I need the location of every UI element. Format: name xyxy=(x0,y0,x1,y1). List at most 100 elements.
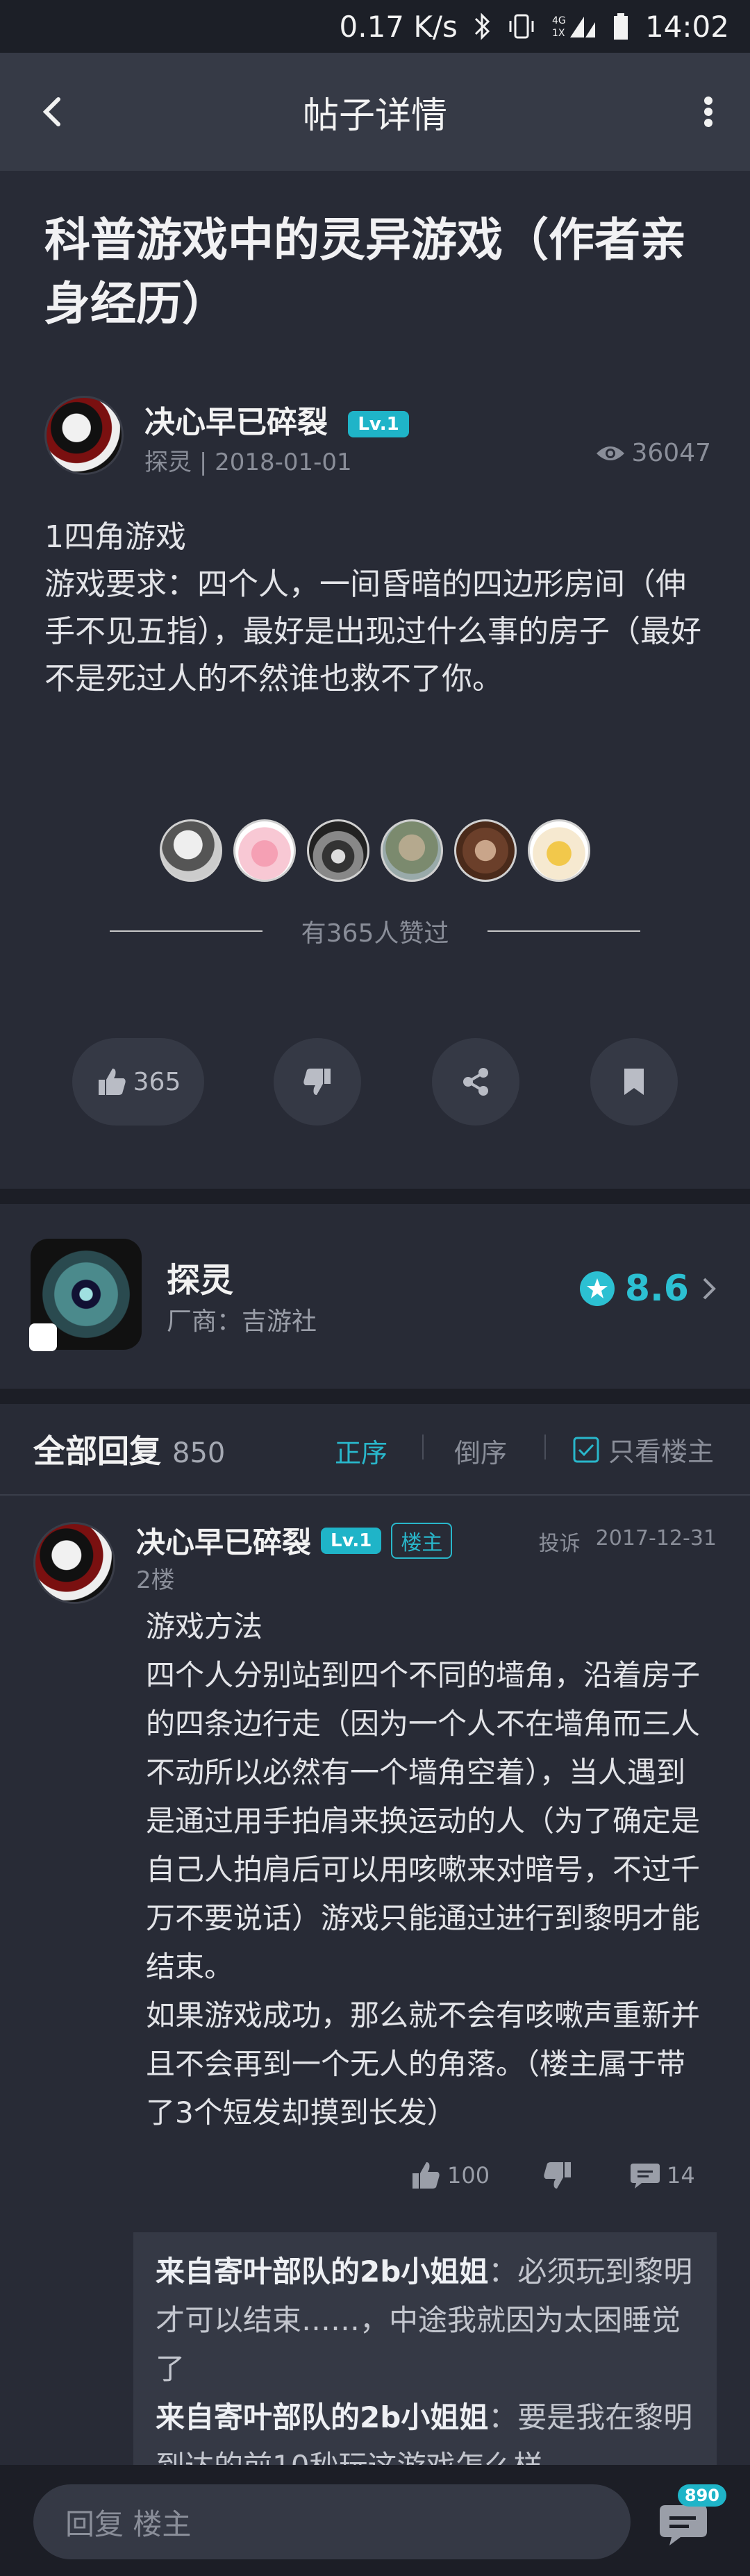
post-body-line: 1四角游戏 xyxy=(44,519,186,555)
vibrate-icon xyxy=(506,12,537,40)
share-button[interactable] xyxy=(432,1038,519,1126)
author-name-text: 决心早已碎裂 xyxy=(144,405,328,440)
meta-separator: | xyxy=(199,449,215,476)
thumbs-up-icon xyxy=(412,2162,440,2189)
thumbs-up-icon xyxy=(98,1069,126,1095)
comments-button[interactable]: 890 xyxy=(656,2484,726,2554)
reply-author[interactable]: 决心早已碎裂 Lv.1 楼主 xyxy=(136,1519,453,1562)
replies-title-text: 全部回复 xyxy=(33,1432,161,1470)
view-count: 36047 xyxy=(595,439,711,467)
section-divider xyxy=(0,1389,750,1404)
sort-descending-tab[interactable]: 倒序 xyxy=(454,1432,507,1470)
reply-comment-button[interactable]: 14 xyxy=(629,2159,695,2191)
replies-count: 850 xyxy=(172,1437,226,1469)
sub-reply-author[interactable]: 来自寄叶部队的2b小姐姐 xyxy=(156,2400,488,2434)
author-avatar[interactable] xyxy=(44,396,124,475)
op-badge: 楼主 xyxy=(391,1522,453,1559)
game-icon xyxy=(29,1239,142,1351)
clock: 14:02 xyxy=(644,9,729,44)
platform-badge-icon xyxy=(29,1323,57,1351)
view-count-text: 36047 xyxy=(631,439,711,467)
game-rating: 8.6 xyxy=(579,1268,719,1310)
reply-input[interactable]: 回复 楼主 xyxy=(33,2484,631,2559)
like-count: 365 xyxy=(133,1067,181,1096)
rating-score: 8.6 xyxy=(624,1268,689,1310)
page-title: 帖子详情 xyxy=(302,94,447,137)
post-actions: 365 xyxy=(0,1038,750,1128)
sub-reply: 来自寄叶部队的2b小姐姐：必须玩到黎明才可以结束……，中途我就因为太困睡觉了 xyxy=(156,2248,694,2393)
battery-icon xyxy=(612,12,630,41)
sort-separator xyxy=(544,1435,546,1460)
liker-avatar[interactable] xyxy=(307,819,369,882)
reply-dislike-button[interactable] xyxy=(542,2159,574,2191)
liker-avatar[interactable] xyxy=(233,819,296,882)
section-divider xyxy=(0,1189,750,1204)
signal-icon: 4G 1X xyxy=(552,12,597,40)
comment-icon xyxy=(631,2164,660,2189)
reply-floor: 2楼 xyxy=(136,1566,175,1594)
dislike-button[interactable] xyxy=(274,1038,361,1126)
reply-input-bar: 回复 楼主 890 xyxy=(0,2465,750,2576)
svg-text:1X: 1X xyxy=(552,28,565,39)
back-arrow-icon xyxy=(42,97,60,126)
network-speed: 0.17 K/s xyxy=(339,9,458,44)
sort-ascending-tab[interactable]: 正序 xyxy=(335,1432,388,1470)
status-bar: 0.17 K/s 4G 1X 14:02 xyxy=(0,0,750,53)
author-name[interactable]: 决心早已碎裂 Lv.1 xyxy=(144,397,409,442)
thumbs-down-icon xyxy=(544,2162,571,2189)
reply-avatar[interactable] xyxy=(33,1522,115,1604)
report-link[interactable]: 投诉 xyxy=(539,1526,581,1557)
bookmark-icon xyxy=(624,1069,644,1095)
reply-author-name: 决心早已碎裂 xyxy=(136,1525,312,1559)
bluetooth-icon xyxy=(473,12,491,41)
reply-like-count: 100 xyxy=(447,2162,490,2189)
game-card[interactable]: 探灵 厂商：吉游社 8.6 xyxy=(0,1204,750,1385)
game-name: 探灵 xyxy=(167,1261,234,1300)
post-body: 1四角游戏 游戏要求：四个人，一间昏暗的四边形房间（伸手不见五指），最好是出现过… xyxy=(44,514,711,703)
only-op-toggle[interactable]: 只看楼主 xyxy=(572,1430,714,1469)
like-button[interactable]: 365 xyxy=(72,1038,204,1126)
comment-count-badge: 890 xyxy=(677,2484,726,2507)
more-vertical-icon xyxy=(704,97,712,127)
level-badge: Lv.1 xyxy=(321,1527,382,1554)
more-button[interactable] xyxy=(688,84,729,140)
level-badge: Lv.1 xyxy=(348,411,409,437)
nav-bar: 帖子详情 xyxy=(0,53,750,171)
divider-line xyxy=(110,930,262,932)
liker-avatar[interactable] xyxy=(381,819,443,882)
sub-reply-author[interactable]: 来自寄叶部队的2b小姐姐 xyxy=(156,2255,488,2289)
game-vendor: 厂商：吉游社 xyxy=(167,1307,317,1336)
liker-avatar[interactable] xyxy=(454,819,517,882)
reply-body-line: 四个人分别站到四个不同的墙角，沿着房子的四条边行走（因为一个人不在墙角而三人不动… xyxy=(146,1658,701,1984)
reply-body-line: 如果游戏成功，那么就不会有咳嗽声重新并且不会再到一个无人的角落。（楼主属于带了3… xyxy=(146,1998,701,2130)
back-button[interactable] xyxy=(28,84,83,140)
liker-avatar[interactable] xyxy=(160,819,222,882)
liked-count-text: 有365人赞过 xyxy=(301,919,449,948)
reply-body-line: 游戏方法 xyxy=(146,1609,263,1644)
board-name: 探灵 xyxy=(144,449,192,476)
eye-icon xyxy=(597,446,625,460)
checkbox-icon xyxy=(573,1437,599,1462)
reply-like-button[interactable]: 100 xyxy=(410,2159,490,2191)
author-meta: 探灵 | 2018-01-01 xyxy=(144,443,352,477)
reply-comment-count: 14 xyxy=(667,2162,695,2189)
reply-actions: 100 14 xyxy=(410,2152,715,2201)
svg-text:4G: 4G xyxy=(552,15,566,26)
reply-date: 2017-12-31 xyxy=(595,1526,717,1550)
divider-line xyxy=(488,930,640,932)
liker-avatars xyxy=(0,819,750,889)
thumbs-down-icon xyxy=(303,1069,331,1095)
liker-avatar[interactable] xyxy=(528,819,590,882)
sort-separator xyxy=(422,1435,424,1460)
chevron-right-icon xyxy=(703,1278,716,1300)
replies-header: 全部回复 850 正序 倒序 只看楼主 xyxy=(0,1404,750,1496)
liked-count-row: 有365人赞过 xyxy=(110,913,640,949)
post-title: 科普游戏中的灵异游戏（作者亲身经历） xyxy=(44,213,686,331)
reply-meta: 投诉 2017-12-31 xyxy=(539,1526,717,1557)
replies-title: 全部回复 850 xyxy=(33,1426,225,1472)
share-icon xyxy=(463,1068,488,1096)
bookmark-button[interactable] xyxy=(590,1038,678,1126)
author-row: 决心早已碎裂 Lv.1 探灵 | 2018-01-01 36047 xyxy=(44,396,711,479)
post-date: 2018-01-01 xyxy=(215,449,352,476)
reply-body: 游戏方法 四个人分别站到四个不同的墙角，沿着房子的四条边行走（因为一个人不在墙角… xyxy=(146,1603,701,2137)
